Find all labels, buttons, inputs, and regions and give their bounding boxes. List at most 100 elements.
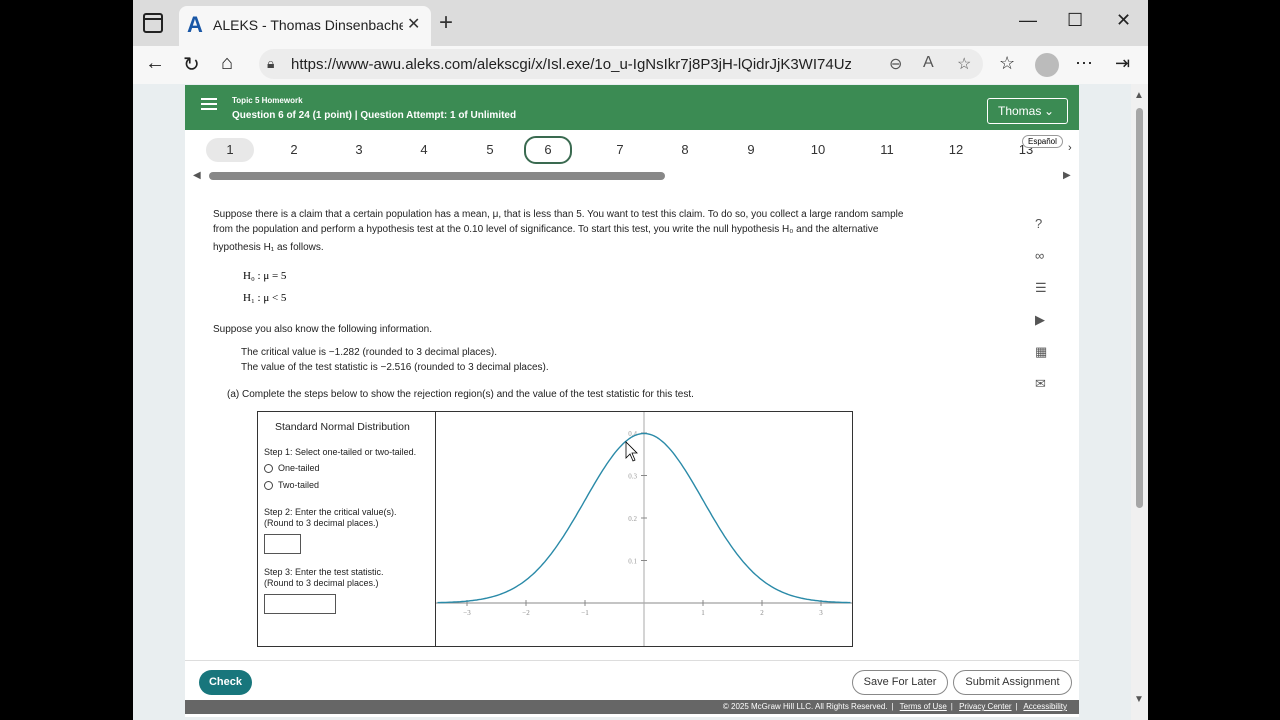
page-area: Topic 5 Homework Question 6 of 24 (1 poi… <box>133 84 1131 720</box>
test-statistic-input[interactable] <box>264 594 336 614</box>
glasses-icon[interactable]: ∞ <box>1035 248 1044 263</box>
lock-icon[interactable]: 🔒︎ <box>267 55 274 72</box>
chevron-right-icon[interactable]: › <box>1068 142 1072 154</box>
question-number-9[interactable]: 9 <box>727 138 775 162</box>
profile-icon[interactable] <box>1035 53 1059 77</box>
tab-close-icon[interactable]: ✕ <box>407 14 420 34</box>
critical-value-input[interactable] <box>264 534 301 554</box>
question-number-8[interactable]: 8 <box>661 138 709 162</box>
maximize-button[interactable]: ☐ <box>1067 10 1083 31</box>
x-tick-label: −1 <box>581 609 589 617</box>
calculator-icon[interactable]: ▦ <box>1035 344 1047 360</box>
action-bar: Check Save For Later Submit Assignment <box>185 660 1079 700</box>
question-number-12[interactable]: 12 <box>932 138 980 162</box>
two-tailed-radio[interactable] <box>264 481 273 490</box>
one-tailed-label[interactable]: One-tailed <box>278 463 320 473</box>
two-tailed-label[interactable]: Two-tailed <box>278 480 319 490</box>
x-tick-label: 2 <box>760 609 764 617</box>
espanol-button[interactable]: Español <box>1022 135 1063 148</box>
y-tick-label: 0.3 <box>628 473 637 481</box>
normal-distribution-tool: Standard Normal Distribution Step 1: Sel… <box>257 411 853 647</box>
tab-bar: A ALEKS - Thomas Dinsenbacher - T ✕ + — … <box>133 0 1148 46</box>
check-button[interactable]: Check <box>199 670 252 695</box>
one-tailed-radio[interactable] <box>264 464 273 473</box>
intro-line-1: Suppose there is a claim that a certain … <box>213 209 904 220</box>
chevron-down-icon: ⌄ <box>1044 104 1055 118</box>
help-icon[interactable]: ? <box>1035 216 1042 231</box>
mail-icon[interactable]: ✉ <box>1035 376 1046 392</box>
page-scrollbar[interactable]: ▲ ▼ <box>1131 84 1148 720</box>
browser-window: A ALEKS - Thomas Dinsenbacher - T ✕ + — … <box>133 0 1148 720</box>
x-tick-label: 3 <box>819 609 823 617</box>
tab-title: ALEKS - Thomas Dinsenbacher - T <box>213 17 403 33</box>
user-menu-button[interactable]: Thomas ⌄ <box>987 98 1068 124</box>
question-nav-scrollbar[interactable] <box>209 172 665 180</box>
sidebar-icon[interactable]: ⇥ <box>1115 53 1130 74</box>
question-number-5[interactable]: 5 <box>466 138 514 162</box>
copyright-text: © 2025 McGraw Hill LLC. All Rights Reser… <box>722 702 888 711</box>
privacy-link[interactable]: Privacy Center <box>959 702 1011 711</box>
star-icon[interactable]: ☆ <box>957 54 971 74</box>
scroll-down-icon[interactable]: ▼ <box>1134 694 1144 705</box>
user-name: Thomas <box>998 104 1042 118</box>
question-number-1[interactable]: 1 <box>206 138 254 162</box>
hamburger-menu-icon[interactable] <box>201 98 217 110</box>
part-a-text: (a) Complete the steps below to show the… <box>227 389 694 400</box>
scroll-right-icon[interactable]: ▶ <box>1063 170 1071 181</box>
copyright-bar: © 2025 McGraw Hill LLC. All Rights Reser… <box>185 700 1079 714</box>
scroll-left-icon[interactable]: ◀ <box>193 170 201 181</box>
read-aloud-icon[interactable]: A <box>923 54 934 72</box>
question-number-2[interactable]: 2 <box>270 138 318 162</box>
assignment-header: Topic 5 Homework Question 6 of 24 (1 poi… <box>185 85 1079 130</box>
more-icon[interactable]: ⋯ <box>1075 53 1093 74</box>
aleks-app: Topic 5 Homework Question 6 of 24 (1 poi… <box>185 85 1079 717</box>
scroll-up-icon[interactable]: ▲ <box>1134 90 1144 101</box>
tab-actions-icon[interactable] <box>143 13 163 33</box>
steps-title: Standard Normal Distribution <box>275 421 410 433</box>
x-tick-label: −3 <box>463 609 471 617</box>
notes-icon[interactable]: ☰ <box>1035 280 1047 296</box>
new-tab-button[interactable]: + <box>439 9 453 37</box>
question-number-4[interactable]: 4 <box>400 138 448 162</box>
accessibility-link[interactable]: Accessibility <box>1023 702 1067 711</box>
favorites-icon[interactable]: ☆ <box>999 53 1015 74</box>
back-icon[interactable]: ← <box>145 52 165 75</box>
question-number-11[interactable]: 11 <box>863 138 911 162</box>
null-hypothesis: H₀ : μ = 5 <box>243 270 287 282</box>
save-for-later-button[interactable]: Save For Later <box>852 670 948 695</box>
topic-title: Topic 5 Homework <box>232 96 303 105</box>
question-number-6[interactable]: 6 <box>524 136 572 164</box>
zoom-out-icon[interactable]: ⊖ <box>889 54 902 74</box>
scroll-thumb[interactable] <box>1136 108 1143 508</box>
y-tick-label: 0.1 <box>628 558 637 566</box>
intro-line-2: from the population and perform a hypoth… <box>213 224 879 235</box>
submit-assignment-button[interactable]: Submit Assignment <box>953 670 1072 695</box>
terms-link[interactable]: Terms of Use <box>900 702 947 711</box>
minimize-button[interactable]: — <box>1019 10 1037 31</box>
normal-curve-plot[interactable]: −3 −2 −1 1 2 30.10.20.30.4 <box>436 412 852 646</box>
step3-round-label: (Round to 3 decimal places.) <box>264 578 379 588</box>
question-number-7[interactable]: 7 <box>596 138 644 162</box>
mouse-cursor-icon <box>625 441 638 462</box>
alternative-hypothesis: H₁ : μ < 5 <box>243 292 287 304</box>
critical-value-text: The critical value is −1.282 (rounded to… <box>241 347 497 358</box>
url-field[interactable]: 🔒︎ https://www-awu.aleks.com/alekscgi/x/… <box>259 49 983 79</box>
close-window-button[interactable]: ✕ <box>1116 10 1131 31</box>
question-number-3[interactable]: 3 <box>335 138 383 162</box>
question-number-10[interactable]: 10 <box>794 138 842 162</box>
address-bar: ← ↻ ⌂ 🔒︎ https://www-awu.aleks.com/aleks… <box>133 46 1148 84</box>
step2-label: Step 2: Enter the critical value(s). <box>264 507 397 517</box>
home-icon[interactable]: ⌂ <box>221 52 233 75</box>
test-statistic-text: The value of the test statistic is −2.51… <box>241 362 549 373</box>
step3-label: Step 3: Enter the test statistic. <box>264 567 384 577</box>
intro-line-3: hypothesis H₁ as follows. <box>213 242 324 253</box>
steps-panel: Standard Normal Distribution Step 1: Sel… <box>258 412 436 646</box>
y-tick-label: 0.2 <box>628 515 637 523</box>
question-navigation: 1 2 3 4 5 6 7 8 9 10 11 12 13 Español › … <box>185 130 1079 190</box>
step2-round-label: (Round to 3 decimal places.) <box>264 518 379 528</box>
x-tick-label: −2 <box>522 609 530 617</box>
browser-tab[interactable]: A ALEKS - Thomas Dinsenbacher - T ✕ <box>179 6 431 46</box>
url-text[interactable]: https://www-awu.aleks.com/alekscgi/x/Isl… <box>291 56 851 73</box>
video-icon[interactable]: ▶ <box>1035 312 1045 328</box>
refresh-icon[interactable]: ↻ <box>183 52 200 77</box>
